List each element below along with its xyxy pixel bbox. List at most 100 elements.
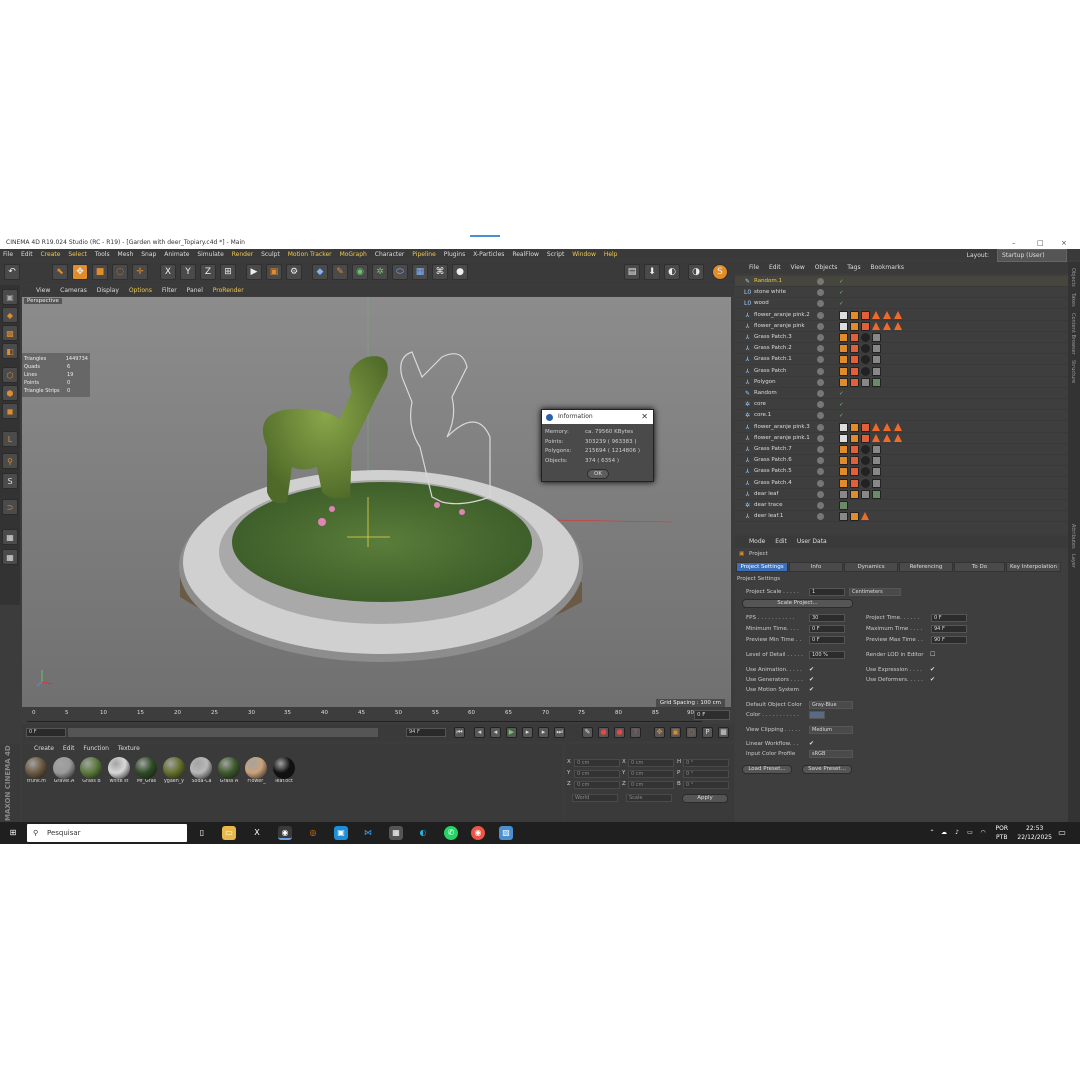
object-tag-icon[interactable] (883, 433, 891, 442)
preview-min-field[interactable]: 0 F (809, 636, 845, 644)
autokey-icon[interactable]: ● (614, 727, 625, 738)
visibility-toggle[interactable] (817, 457, 824, 465)
next-key-icon[interactable]: ▸ (538, 727, 549, 738)
object-tag-icon[interactable] (850, 467, 859, 477)
object-tag-icon[interactable] (850, 512, 859, 522)
menu-script[interactable]: Script (547, 251, 564, 258)
snap-icon[interactable]: S (2, 473, 18, 489)
menu-simulate[interactable]: Simulate (197, 251, 224, 258)
light-icon[interactable]: ● (452, 264, 468, 280)
object-tag-icon[interactable]: ✓ (839, 277, 848, 286)
network-icon[interactable]: ☁ (937, 826, 951, 840)
mat-menu-edit[interactable]: Edit (63, 745, 75, 752)
tab-attributes[interactable]: Attributes (1070, 524, 1076, 549)
object-tag-icon[interactable] (883, 310, 891, 319)
language-indicator[interactable]: POR PTB (995, 824, 1008, 842)
menu-character[interactable]: Character (375, 251, 405, 258)
size-y-field[interactable]: 0 cm (628, 770, 674, 778)
object-tag-icon[interactable] (883, 422, 891, 431)
object-tag-icon[interactable] (872, 333, 881, 342)
object-row[interactable]: ⅄ Grass Patch.4 (735, 478, 1068, 489)
undo-icon[interactable]: ↶ (4, 264, 20, 280)
tab-dynamics[interactable]: Dynamics (844, 562, 898, 572)
menu-plugins[interactable]: Plugins (444, 251, 466, 258)
previous-frame-icon[interactable]: ◂ (490, 727, 501, 738)
mat-menu-create[interactable]: Create (34, 745, 54, 752)
preview-max-field[interactable]: 90 F (931, 636, 967, 644)
notification-icon[interactable]: ▭ (1055, 826, 1069, 840)
default-color-dropdown[interactable]: Gray-Blue (809, 701, 853, 709)
material-swatch[interactable]: Gravel.A (52, 757, 76, 791)
pen-icon[interactable]: ✎ (332, 264, 348, 280)
rot-h-field[interactable]: 0 ° (683, 759, 729, 767)
rot-p-field[interactable]: 0 ° (683, 770, 729, 778)
file-explorer-icon[interactable]: ▭ (222, 826, 236, 840)
object-tag-icon[interactable] (872, 478, 881, 488)
object-tag-icon[interactable] (850, 355, 859, 365)
blender-icon[interactable]: ◎ (306, 826, 320, 840)
object-row[interactable]: ✲ dear trace (735, 500, 1068, 511)
color-profile-dropdown[interactable]: sRGB (809, 750, 853, 758)
pos-y-field[interactable]: 0 cm (574, 770, 620, 778)
deformer-icon[interactable]: ⬭ (392, 264, 408, 280)
world-dropdown[interactable]: World (572, 794, 618, 802)
visibility-toggle[interactable] (817, 513, 824, 521)
start-frame-field[interactable]: 0 F (26, 728, 66, 737)
x-app-icon[interactable]: X (250, 826, 264, 840)
object-tag-icon[interactable] (850, 489, 859, 499)
object-tag-icon[interactable] (872, 321, 880, 330)
timeline[interactable]: 0 5 10 15 20 25 30 35 40 45 50 55 60 65 … (22, 708, 734, 724)
use-motion-system-checkbox[interactable]: ✔ (809, 686, 814, 693)
load-preset-button[interactable]: Load Preset... (742, 765, 792, 774)
object-tag-icon[interactable] (861, 456, 870, 466)
close-icon[interactable]: ✕ (641, 410, 648, 424)
time-range-slider[interactable] (68, 728, 378, 737)
mat-menu-function[interactable]: Function (83, 745, 109, 752)
visibility-toggle[interactable] (817, 378, 824, 386)
key-scale-icon[interactable]: ▣ (670, 727, 681, 738)
tab-referencing[interactable]: Referencing (899, 562, 953, 572)
object-row[interactable]: ⅄ flower_aranje pink.1 (735, 433, 1068, 444)
end-frame-field[interactable]: 94 F (406, 728, 446, 737)
lod-field[interactable]: 100 % (809, 651, 845, 659)
chrome-icon[interactable]: ◉ (471, 826, 485, 840)
material-swatch[interactable]: Mf_Gras (134, 757, 158, 791)
object-tag-icon[interactable] (872, 433, 880, 442)
close-button[interactable]: × (1061, 237, 1067, 249)
timeline-ruler[interactable]: 0 5 10 15 20 25 30 35 40 45 50 55 60 65 … (27, 708, 702, 722)
plugin-icon-3[interactable]: ◑ (688, 264, 704, 280)
object-tag-icon[interactable] (872, 355, 881, 365)
keyframe-tool-icon[interactable]: ✎ (582, 727, 593, 738)
min-time-field[interactable]: 0 F (809, 625, 845, 633)
grid-icon[interactable]: ▦ (2, 549, 18, 565)
use-generators-checkbox[interactable]: ✔ (809, 676, 814, 683)
visibility-toggle[interactable] (817, 502, 824, 509)
object-tag-icon[interactable] (872, 366, 881, 376)
visibility-toggle[interactable] (817, 356, 824, 364)
pos-z-field[interactable]: 0 cm (574, 781, 620, 789)
object-tag-icon[interactable] (861, 445, 870, 454)
layout-dropdown[interactable]: Startup (User) (997, 249, 1067, 262)
object-tag-icon[interactable] (839, 344, 848, 354)
edge-icon[interactable]: ◐ (416, 826, 430, 840)
volume-icon[interactable]: ♪ (950, 826, 964, 840)
visibility-toggle[interactable] (817, 367, 824, 375)
object-row[interactable]: ✎ Random ✓ (735, 388, 1068, 399)
visibility-toggle[interactable] (817, 311, 824, 319)
lock-icon[interactable]: ▦ (2, 529, 18, 545)
object-tag-icon[interactable] (839, 489, 848, 499)
tab-key-interpolation[interactable]: Key Interpolation (1006, 562, 1061, 572)
go-to-end-icon[interactable]: ⏭ (554, 727, 565, 738)
menu-mesh[interactable]: Mesh (118, 251, 134, 258)
whatsapp-icon[interactable]: ✆ (444, 826, 458, 840)
ok-button[interactable]: OK (587, 469, 609, 479)
edges-mode-icon[interactable]: ⬢ (2, 385, 18, 401)
mat-menu-texture[interactable]: Texture (118, 745, 140, 752)
scale-dropdown[interactable]: Scale (626, 794, 672, 802)
plugin-icon-1[interactable]: ▤ (624, 264, 640, 280)
menu-animate[interactable]: Animate (164, 251, 189, 258)
download-icon[interactable]: ⬇ (644, 264, 660, 280)
linear-workflow-checkbox[interactable]: ✔ (809, 740, 814, 747)
menu-create[interactable]: Create (41, 251, 61, 258)
menu-pipeline[interactable]: Pipeline (412, 251, 435, 258)
